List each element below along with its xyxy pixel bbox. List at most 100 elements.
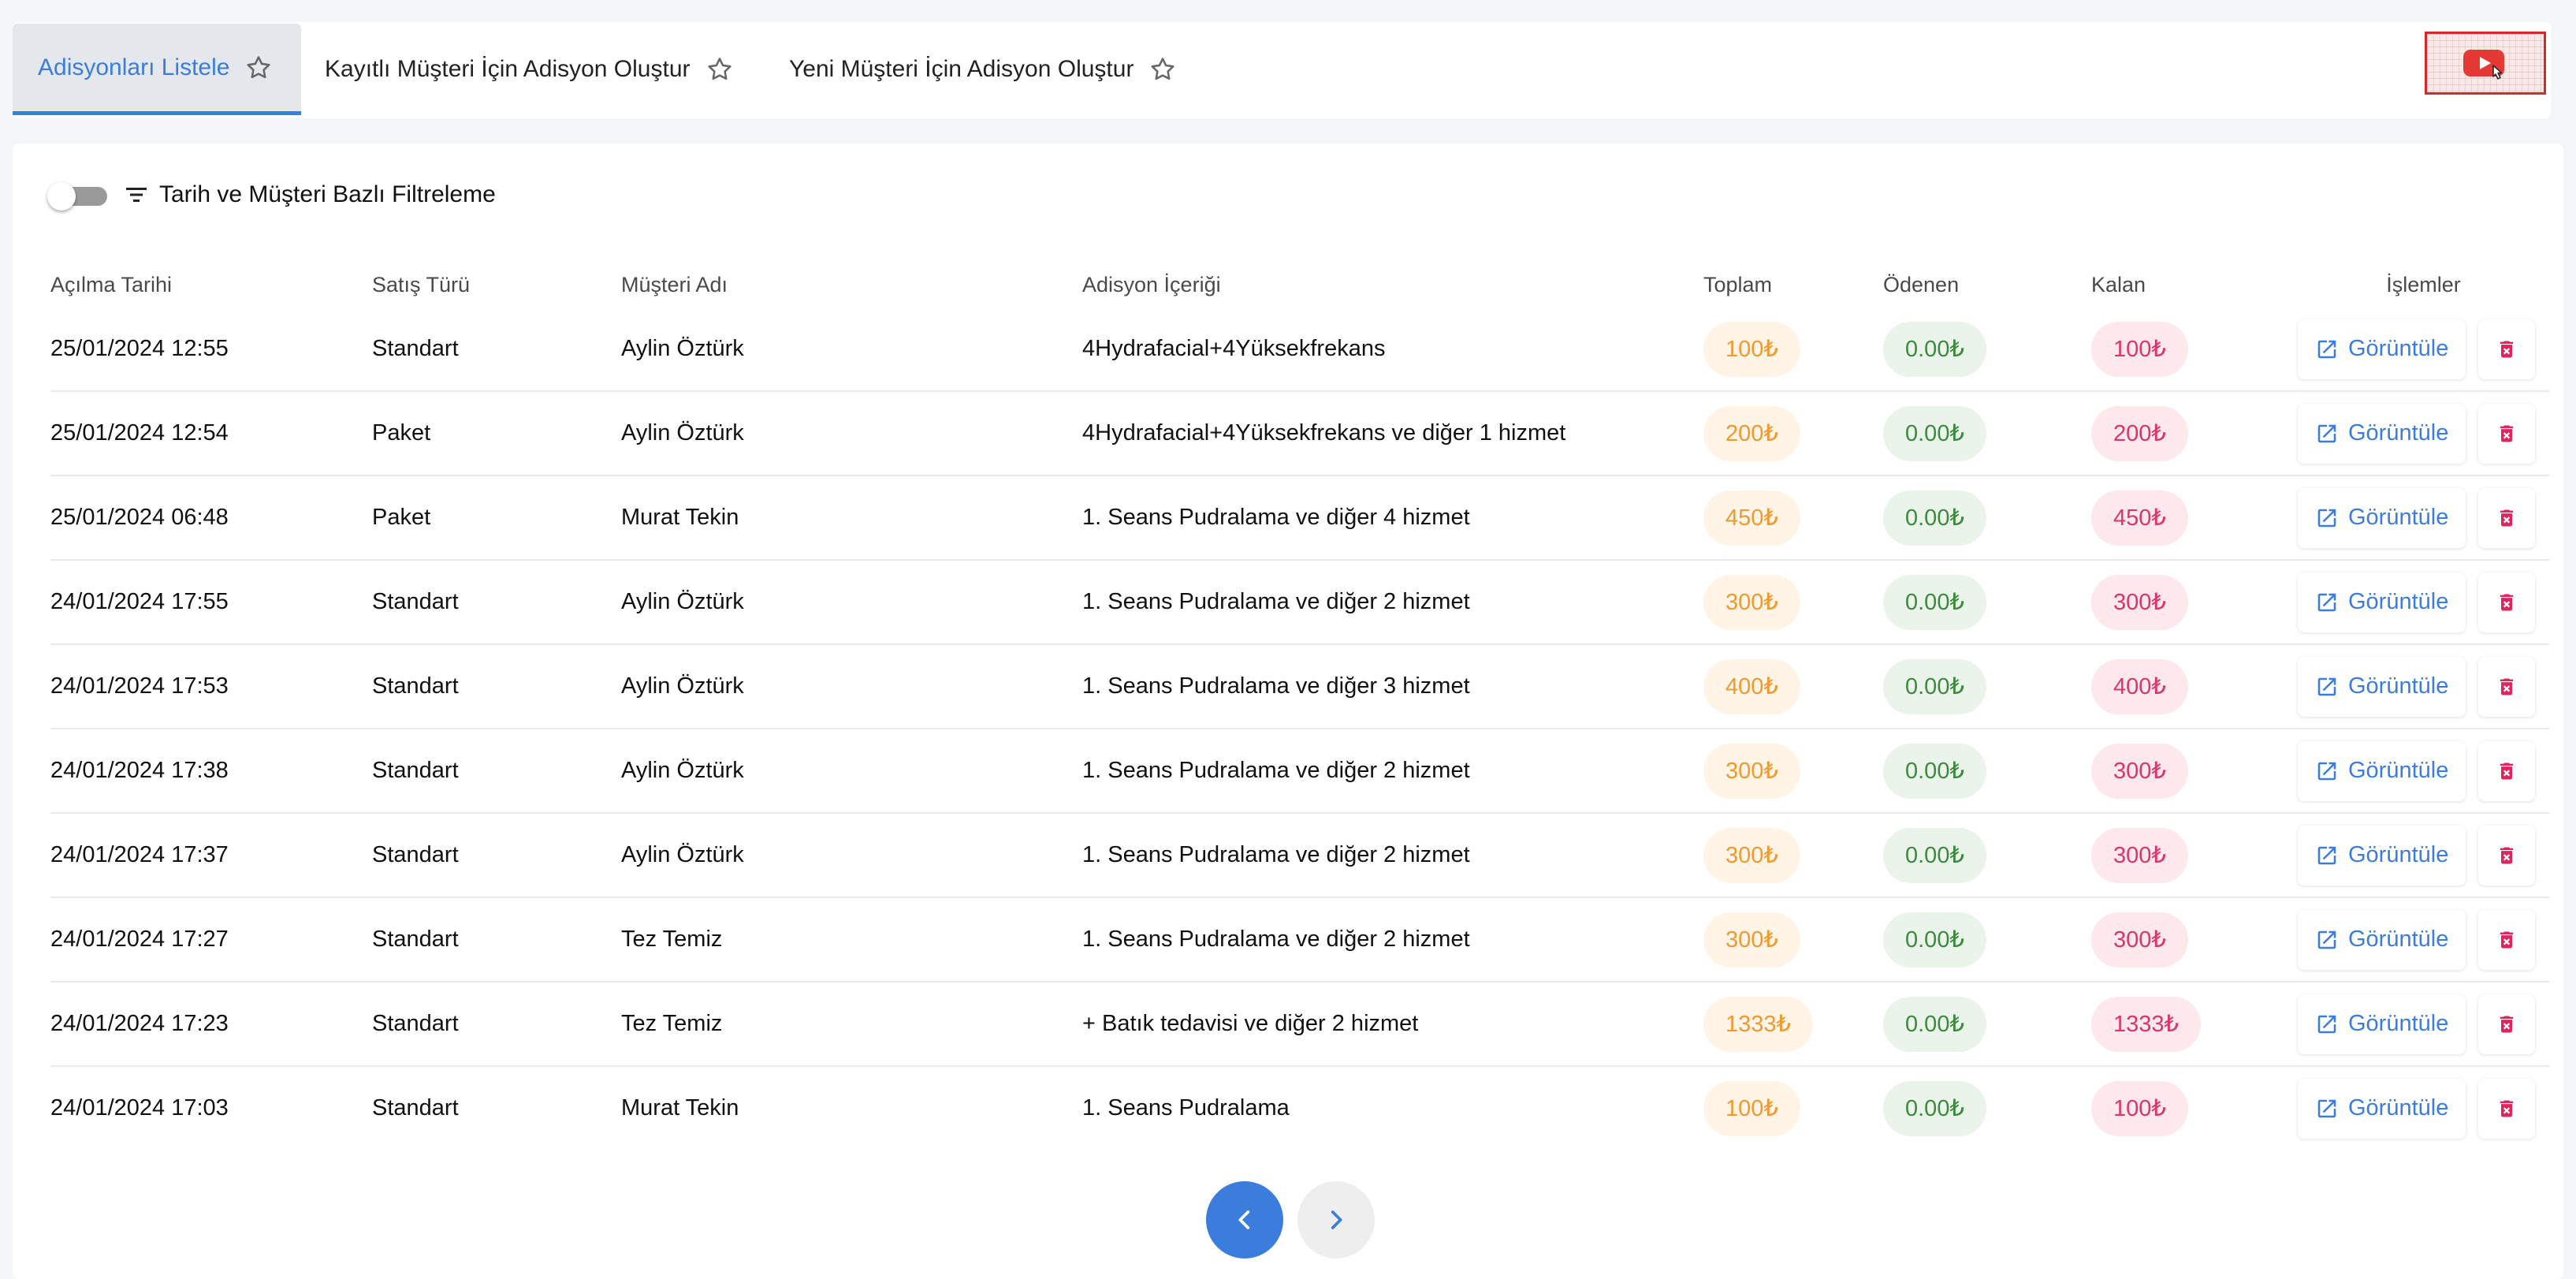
- cell-paid: 0.00₺: [1883, 644, 2091, 729]
- delete-button[interactable]: [2478, 656, 2536, 717]
- paid-badge: 0.00₺: [1883, 827, 1986, 883]
- total-badge: 400₺: [1703, 658, 1800, 714]
- cell-content: 1. Seans Pudralama ve diğer 3 hizmet: [1082, 644, 1703, 729]
- cell-total: 300₺: [1703, 729, 1883, 814]
- cell-actions: Görüntüle: [2298, 391, 2549, 476]
- view-button-label: Görüntüle: [2348, 1011, 2449, 1036]
- cell-sale-type: Standart: [372, 729, 621, 814]
- paid-badge: 0.00₺: [1883, 912, 1986, 968]
- delete-button[interactable]: [2478, 319, 2536, 379]
- filter-title: Tarih ve Müşteri Bazlı Filtreleme: [125, 181, 496, 208]
- delete-button[interactable]: [2478, 825, 2536, 886]
- cell-customer: Tez Temiz: [621, 897, 1082, 983]
- external-link-icon: [2317, 340, 2336, 358]
- cell-paid: 0.00₺: [1883, 475, 2091, 561]
- next-page-button[interactable]: [1297, 1181, 1375, 1258]
- view-button[interactable]: Görüntüle: [2298, 1078, 2466, 1139]
- cell-paid: 0.00₺: [1883, 729, 2091, 814]
- view-button[interactable]: Görüntüle: [2298, 909, 2466, 970]
- filter-toggle[interactable]: [47, 182, 107, 211]
- table-header-row: Açılma Tarihi Satış Türü Müşteri Adı Adi…: [50, 262, 2549, 308]
- delete-button[interactable]: [2478, 740, 2536, 801]
- pagination: [1206, 1181, 1375, 1258]
- cell-sale-type: Standart: [372, 897, 621, 983]
- column-header-total[interactable]: Toplam: [1703, 262, 1883, 308]
- tab-registered-customer-bill[interactable]: Kayıtlı Müşteri İçin Adisyon Oluştur: [325, 24, 735, 115]
- total-badge: 100₺: [1703, 321, 1800, 377]
- column-header-sale-type[interactable]: Satış Türü: [372, 262, 621, 308]
- cell-date: 24/01/2024 17:53: [50, 644, 372, 729]
- column-header-content[interactable]: Adisyon İçeriği: [1082, 262, 1703, 308]
- external-link-icon: [2317, 593, 2336, 611]
- view-button-label: Görüntüle: [2348, 336, 2449, 361]
- star-icon[interactable]: [705, 54, 735, 84]
- filter-icon: [126, 188, 147, 202]
- cell-content: 1. Seans Pudralama ve diğer 2 hizmet: [1082, 729, 1703, 814]
- column-header-paid[interactable]: Ödenen: [1883, 262, 2091, 308]
- view-button[interactable]: Görüntüle: [2298, 319, 2466, 379]
- delete-button[interactable]: [2478, 403, 2536, 464]
- trash-icon: [2500, 594, 2514, 610]
- cell-content: + Batık tedavisi ve diğer 2 hizmet: [1082, 982, 1703, 1067]
- delete-button[interactable]: [2478, 1078, 2536, 1139]
- cell-total: 100₺: [1703, 308, 1883, 392]
- trash-icon: [2500, 678, 2514, 695]
- view-button[interactable]: Görüntüle: [2298, 403, 2466, 464]
- youtube-play-icon: [2463, 50, 2504, 80]
- remaining-badge: 300₺: [2091, 912, 2188, 968]
- delete-button[interactable]: [2478, 572, 2536, 632]
- cell-paid: 0.00₺: [1883, 560, 2091, 645]
- cell-content: 4Hydrafacial+4Yüksekfrekans: [1082, 308, 1703, 392]
- total-badge: 200₺: [1703, 405, 1800, 461]
- cell-customer: Aylin Öztürk: [621, 560, 1082, 645]
- view-button[interactable]: Görüntüle: [2298, 656, 2466, 717]
- delete-button[interactable]: [2478, 994, 2536, 1054]
- paid-badge: 0.00₺: [1883, 743, 1986, 799]
- tab-list-bills[interactable]: Adisyonları Listele: [13, 24, 301, 115]
- view-button[interactable]: Görüntüle: [2298, 740, 2466, 801]
- view-button[interactable]: Görüntüle: [2298, 825, 2466, 886]
- cell-total: 450₺: [1703, 475, 1883, 561]
- trash-icon: [2500, 1100, 2514, 1117]
- table-row: 24/01/2024 17:23 Standart Tez Temiz + Ba…: [50, 982, 2549, 1067]
- total-badge: 300₺: [1703, 912, 1800, 968]
- cell-total: 300₺: [1703, 897, 1883, 983]
- cell-paid: 0.00₺: [1883, 982, 2091, 1067]
- external-link-icon: [2317, 930, 2336, 949]
- cell-total: 200₺: [1703, 391, 1883, 476]
- star-icon[interactable]: [1148, 54, 1178, 84]
- previous-page-button[interactable]: [1206, 1181, 1283, 1258]
- external-link-icon: [2317, 846, 2336, 864]
- total-badge: 300₺: [1703, 743, 1800, 799]
- external-link-icon: [2317, 1099, 2336, 1117]
- delete-button[interactable]: [2478, 487, 2536, 548]
- delete-button[interactable]: [2478, 909, 2536, 970]
- remaining-badge: 100₺: [2091, 1080, 2188, 1136]
- paid-badge: 0.00₺: [1883, 996, 1986, 1052]
- view-button[interactable]: Görüntüle: [2298, 994, 2466, 1054]
- cell-customer: Aylin Öztürk: [621, 644, 1082, 729]
- column-header-customer[interactable]: Müşteri Adı: [621, 262, 1082, 308]
- cell-paid: 0.00₺: [1883, 1066, 2091, 1150]
- external-link-icon: [2317, 677, 2336, 695]
- star-icon[interactable]: [244, 53, 274, 83]
- paid-badge: 0.00₺: [1883, 321, 1986, 377]
- column-header-date[interactable]: Açılma Tarihi: [50, 262, 372, 308]
- tab-label: Yeni Müşteri İçin Adisyon Oluştur: [789, 56, 1134, 82]
- column-header-remaining[interactable]: Kalan: [2091, 262, 2298, 308]
- total-badge: 300₺: [1703, 574, 1800, 630]
- cell-content: 4Hydrafacial+4Yüksekfrekans ve diğer 1 h…: [1082, 391, 1703, 476]
- external-link-icon: [2317, 509, 2336, 527]
- remaining-badge: 300₺: [2091, 574, 2188, 630]
- cell-sale-type: Standart: [372, 560, 621, 645]
- remaining-badge: 300₺: [2091, 827, 2188, 883]
- cell-remaining: 100₺: [2091, 308, 2298, 392]
- video-tutorial-button[interactable]: [2425, 32, 2546, 95]
- cell-date: 25/01/2024 12:55: [50, 308, 372, 392]
- cell-customer: Tez Temiz: [621, 982, 1082, 1067]
- tab-new-customer-bill[interactable]: Yeni Müşteri İçin Adisyon Oluştur: [789, 24, 1178, 115]
- view-button[interactable]: Görüntüle: [2298, 572, 2466, 632]
- chevron-left-icon: [1238, 1210, 1250, 1229]
- view-button[interactable]: Görüntüle: [2298, 487, 2466, 548]
- paid-badge: 0.00₺: [1883, 490, 1986, 546]
